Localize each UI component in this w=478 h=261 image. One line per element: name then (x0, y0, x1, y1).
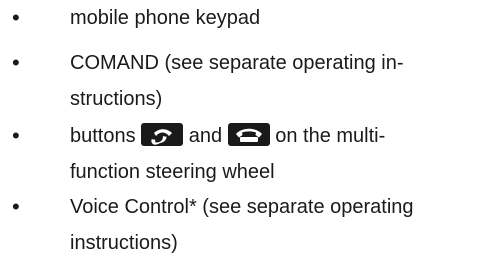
list-item-text: mobile phone keypad (70, 0, 430, 36)
list-item-line: buttons and on the multi- (70, 118, 430, 154)
text-and: and (188, 125, 223, 147)
phone-hangup-icon (227, 123, 270, 146)
list-item-text: COMAND (see separate operating in- struc… (70, 45, 430, 117)
list-item-line: mobile phone keypad (70, 7, 261, 29)
text-buttons: buttons (70, 125, 136, 147)
list-item-line: Voice Control* (see separate operating (70, 196, 414, 218)
list-item-line: COMAND (see separate operating in- (70, 52, 404, 74)
list-item-text: Voice Control* (see separate operating i… (70, 189, 430, 261)
phone-pickup-icon (141, 123, 184, 146)
bullet-dot: • (12, 194, 20, 219)
bullet-dot: • (12, 5, 20, 30)
list-item-text: buttons and on the multi- function steer… (70, 118, 430, 190)
text-on-the-multi: on the multi- (275, 125, 386, 147)
list-item-line: function steering wheel (70, 161, 275, 183)
bullet-dot: • (12, 50, 20, 75)
list-item-line: structions) (70, 88, 163, 110)
bullet-dot: • (12, 123, 20, 148)
list-item-line: instructions) (70, 232, 178, 254)
